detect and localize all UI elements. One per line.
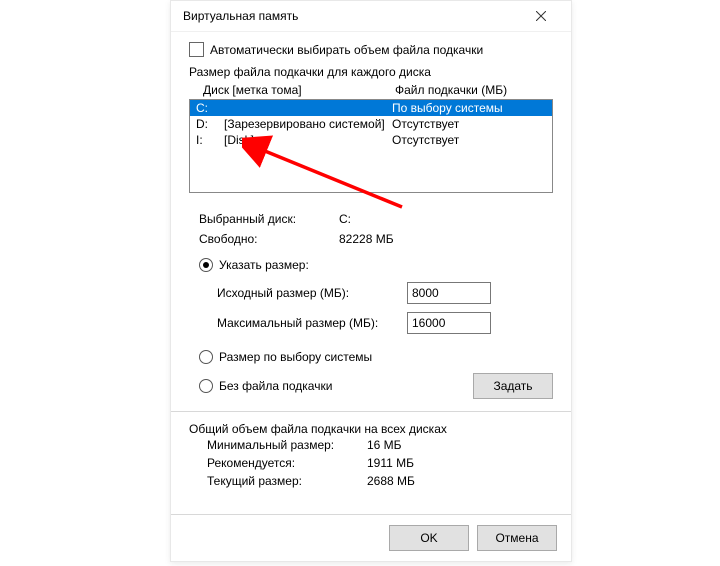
list-header-disk: Диск [метка тома] [203,83,395,97]
radio-system-managed[interactable] [199,350,213,364]
drive-letter: C: [196,101,224,115]
radio-custom-size[interactable] [199,258,213,272]
max-size-input[interactable] [407,312,491,334]
selected-drive-label: Выбранный диск: [199,212,339,226]
min-size-value: 16 МБ [367,438,402,452]
drive-row-d[interactable]: D: [Зарезервировано системой] Отсутствуе… [190,116,552,132]
auto-manage-label: Автоматически выбирать объем файла подка… [210,43,483,57]
max-size-label: Максимальный размер (МБ): [217,316,407,330]
drive-row-c[interactable]: C: По выбору системы [190,100,552,116]
recommended-label: Рекомендуется: [207,456,367,470]
drive-row-i[interactable]: I: [Disk] Отсутствует [190,132,552,148]
virtual-memory-dialog: Виртуальная память Автоматически выбират… [170,0,572,562]
radio-system-managed-label: Размер по выбору системы [219,350,372,364]
list-header-pagefile: Файл подкачки (МБ) [395,83,547,97]
drive-letter: D: [196,117,224,131]
dialog-footer: OK Отмена [171,514,571,561]
cancel-button[interactable]: Отмена [477,525,557,551]
totals-caption: Общий объем файла подкачки на всех диска… [189,422,553,436]
drive-volume-label: [Disk] [224,133,392,147]
drive-list[interactable]: C: По выбору системы D: [Зарезервировано… [189,99,553,193]
free-space-value: 82228 МБ [339,232,394,246]
close-button[interactable] [521,2,561,30]
free-space-label: Свободно: [199,232,339,246]
auto-manage-checkbox[interactable] [189,42,204,57]
recommended-value: 1911 МБ [367,456,414,470]
drive-volume-label: [Зарезервировано системой] [224,117,392,131]
selected-drive-value: C: [339,212,351,226]
current-size-value: 2688 МБ [367,474,415,488]
drive-pagefile: По выбору системы [392,101,546,115]
window-title: Виртуальная память [183,9,298,23]
radio-custom-size-label: Указать размер: [219,258,309,272]
initial-size-label: Исходный размер (МБ): [217,286,407,300]
radio-no-pagefile-label: Без файла подкачки [219,379,332,393]
drive-pagefile: Отсутствует [392,133,546,147]
list-caption: Размер файла подкачки для каждого диска [189,65,553,79]
titlebar: Виртуальная память [171,1,571,32]
min-size-label: Минимальный размер: [207,438,367,452]
list-header: Диск [метка тома] Файл подкачки (МБ) [189,81,553,97]
current-size-label: Текущий размер: [207,474,367,488]
drive-letter: I: [196,133,224,147]
radio-no-pagefile[interactable] [199,379,213,393]
drive-pagefile: Отсутствует [392,117,546,131]
initial-size-input[interactable] [407,282,491,304]
set-button[interactable]: Задать [473,373,553,399]
ok-button[interactable]: OK [389,525,469,551]
close-icon [536,11,546,21]
divider [171,411,571,412]
